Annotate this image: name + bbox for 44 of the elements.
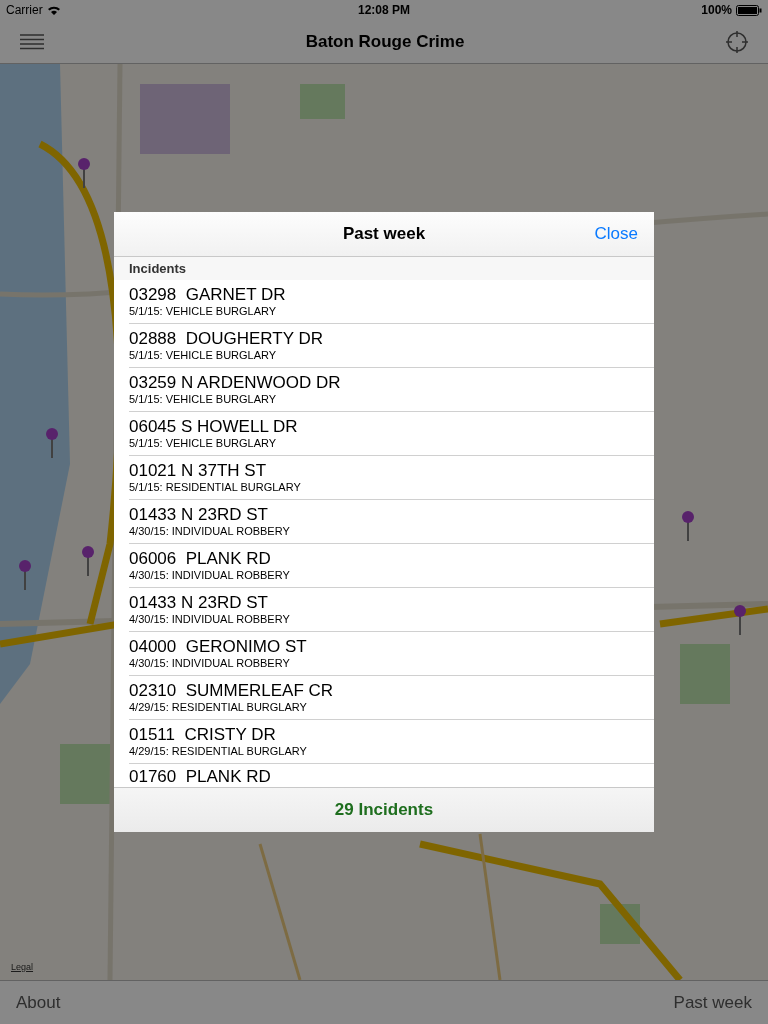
incident-address[interactable]: 06045 S HOWELL DR	[129, 417, 654, 437]
incident-address[interactable]: 03259 N ARDENWOOD DR	[129, 373, 654, 393]
close-button[interactable]: Close	[594, 224, 638, 244]
pin-icon[interactable]	[78, 158, 90, 188]
incident-address[interactable]: 01511 CRISTY DR	[129, 725, 654, 745]
pin-icon[interactable]	[19, 560, 31, 590]
incident-detail: 4/30/15: INDIVIDUAL ROBBERY	[129, 657, 291, 670]
pin-icon[interactable]	[682, 511, 694, 541]
incident-detail: 4/30/15: INDIVIDUAL ROBBERY	[129, 525, 291, 538]
incident-address[interactable]: 06006 PLANK RD	[129, 549, 654, 569]
incident-detail: 5/1/15: VEHICLE BURGLARY	[129, 349, 278, 362]
incident-detail: 4/29/15: RESIDENTIAL BURGLARY	[129, 701, 308, 714]
status-time: 12:08 PM	[358, 3, 410, 17]
carrier-label: Carrier	[6, 3, 43, 17]
incident-address[interactable]: 03298 GARNET DR	[129, 285, 654, 305]
incident-address[interactable]: 01760 PLANK RD	[129, 767, 654, 787]
incident-detail: 4/29/15: RESIDENTIAL BURGLARY	[129, 745, 308, 758]
nav-title: Baton Rouge Crime	[305, 31, 465, 52]
battery-percent: 100%	[701, 3, 732, 17]
section-header: Incidents	[129, 261, 187, 276]
wifi-icon	[46, 4, 61, 16]
menu-icon[interactable]	[20, 33, 44, 50]
legal-link[interactable]: Legal	[11, 962, 34, 972]
locate-icon[interactable]	[726, 30, 748, 53]
incident-address[interactable]: 01433 N 23RD ST	[129, 505, 654, 525]
incident-address[interactable]: 04000 GERONIMO ST	[129, 637, 654, 657]
incident-address[interactable]: 02888 DOUGHERTY DR	[129, 329, 654, 349]
incident-count: 29 Incidents	[334, 800, 434, 820]
pin-icon[interactable]	[734, 605, 746, 635]
incident-address[interactable]: 02310 SUMMERLEAF CR	[129, 681, 654, 701]
incident-detail: 5/1/15: VEHICLE BURGLARY	[129, 393, 278, 406]
pin-icon[interactable]	[46, 428, 58, 458]
incident-address[interactable]: 01021 N 37TH ST	[129, 461, 654, 481]
incident-detail: 4/30/15: INDIVIDUAL ROBBERY	[129, 613, 291, 626]
popover-title: Past week	[342, 224, 426, 244]
incident-detail: 4/30/15: INDIVIDUAL ROBBERY	[129, 569, 291, 582]
incident-detail: 5/1/15: VEHICLE BURGLARY	[129, 437, 278, 450]
about-button[interactable]: About	[16, 992, 61, 1013]
battery-icon	[736, 4, 762, 16]
incident-detail: 5/1/15: RESIDENTIAL BURGLARY	[129, 481, 302, 494]
pin-icon[interactable]	[82, 546, 94, 576]
incident-detail: 5/1/15: VEHICLE BURGLARY	[129, 305, 278, 318]
past-week-button[interactable]: Past week	[673, 992, 752, 1013]
incident-address[interactable]: 01433 N 23RD ST	[129, 593, 654, 613]
